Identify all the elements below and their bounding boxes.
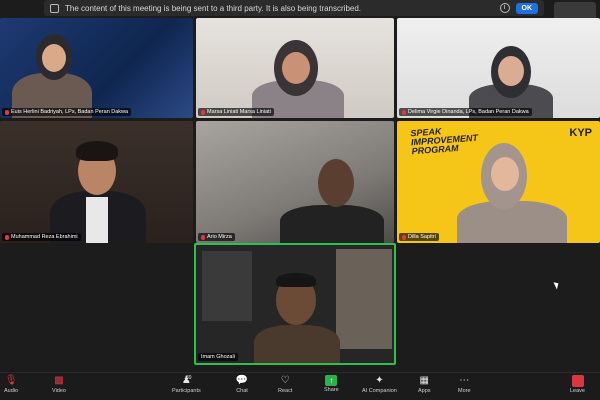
muted-mic-icon [5, 109, 9, 115]
info-icon[interactable]: i [499, 3, 510, 13]
participant-name-label: Delima Virgie Dinanda, LPs, Badan Peran … [399, 108, 532, 116]
video-tile[interactable]: SPEAK IMPROVEMENT PROGRAM KYP Dilla Sapi… [397, 121, 600, 243]
muted-mic-icon [5, 234, 9, 240]
participant-name-label: Euis Herlini Badriyah, LPs, Badan Peran … [2, 108, 132, 116]
participant-name-label: Marsa Liniati Marsa Liniati [198, 108, 274, 116]
muted-mic-icon [402, 234, 406, 240]
chat-button[interactable]: 💬 Chat [236, 375, 248, 394]
apps-button[interactable]: ▦ Apps [418, 375, 431, 394]
video-tile[interactable]: Marsa Liniati Marsa Liniati [196, 18, 394, 118]
video-tile[interactable]: Euis Herlini Badriyah, LPs, Badan Peran … [0, 18, 193, 118]
muted-mic-icon [201, 109, 205, 115]
more-button[interactable]: ⋯ More [458, 375, 471, 394]
meeting-toolbar: 🎙 Audio ▩ Video ♟ 89 Participants 💬 Chat… [0, 372, 600, 400]
leave-button[interactable]: Leave [570, 375, 585, 394]
participants-button[interactable]: ♟ 89 Participants [172, 375, 201, 394]
active-speaker-tile[interactable]: Imam Ghozali [194, 243, 396, 365]
sparkle-icon: ✦ [375, 375, 384, 386]
muted-mic-icon [201, 234, 205, 240]
participant-name-label: Imam Ghozali [198, 353, 238, 361]
share-icon: ↑ [325, 375, 338, 386]
kyp-logo: KYP [569, 127, 592, 139]
audio-button[interactable]: 🎙 Audio [4, 375, 18, 394]
video-tile[interactable]: Ario Mirza [196, 121, 394, 243]
more-icon: ⋯ [459, 375, 470, 386]
video-tile[interactable]: Muhammad Reza Ebrahimi [0, 121, 193, 243]
chat-icon: 💬 [235, 375, 249, 386]
notice-text: The content of this meeting is being sen… [65, 3, 362, 13]
participant-name-label: Ario Mirza [198, 233, 235, 241]
caption-icon [50, 3, 59, 13]
virtual-background-brand-text: SPEAK IMPROVEMENT PROGRAM [410, 126, 479, 157]
heart-icon: ♡ [280, 375, 290, 386]
transcription-notice-banner: The content of this meeting is being sen… [44, 0, 544, 16]
participant-name-label: Muhammad Reza Ebrahimi [2, 233, 81, 241]
mouse-cursor [553, 280, 561, 290]
apps-icon: ▦ [419, 375, 429, 386]
zoom-meeting-window: The content of this meeting is being sen… [0, 0, 600, 400]
muted-mic-icon: 🎙 [4, 375, 18, 386]
share-button[interactable]: ↑ Share [324, 375, 339, 393]
video-off-icon: ▩ [54, 375, 64, 386]
react-button[interactable]: ♡ React [278, 375, 292, 394]
leave-icon [571, 375, 584, 387]
muted-mic-icon [402, 109, 406, 115]
ai-companion-button[interactable]: ✦ AI Companion [362, 375, 397, 394]
video-button[interactable]: ▩ Video [52, 375, 66, 394]
ok-button[interactable]: OK [515, 2, 538, 14]
video-tile[interactable]: Delima Virgie Dinanda, LPs, Badan Peran … [397, 18, 600, 118]
participant-name-label: Dilla Sapitri [399, 233, 439, 241]
